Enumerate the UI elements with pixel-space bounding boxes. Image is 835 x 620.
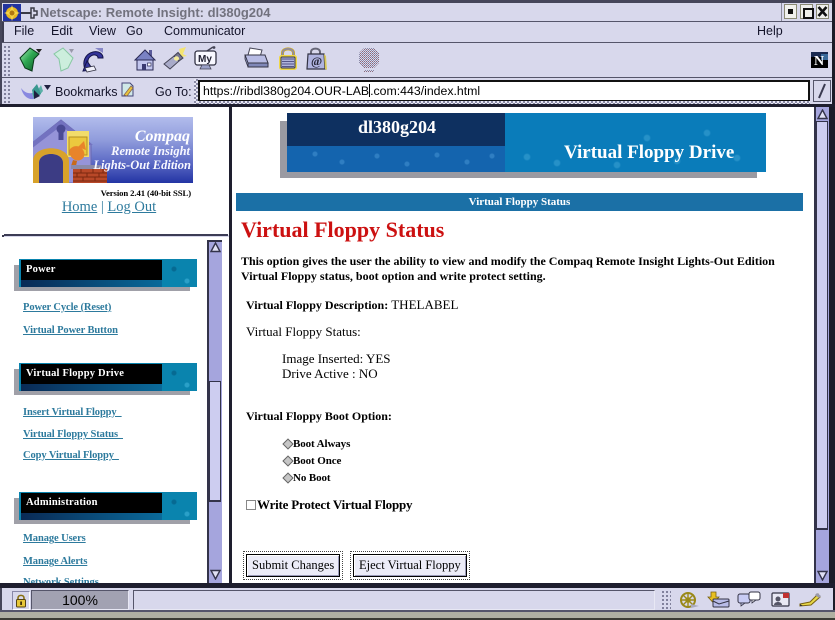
svg-text:My: My: [198, 54, 212, 65]
svg-text:Lights-Out Edition: Lights-Out Edition: [92, 158, 191, 172]
svg-text:@: @: [311, 54, 322, 68]
svg-text:N: N: [814, 54, 824, 68]
svg-text:Compaq: Compaq: [135, 128, 190, 145]
svg-text:Remote Insight: Remote Insight: [110, 144, 190, 158]
